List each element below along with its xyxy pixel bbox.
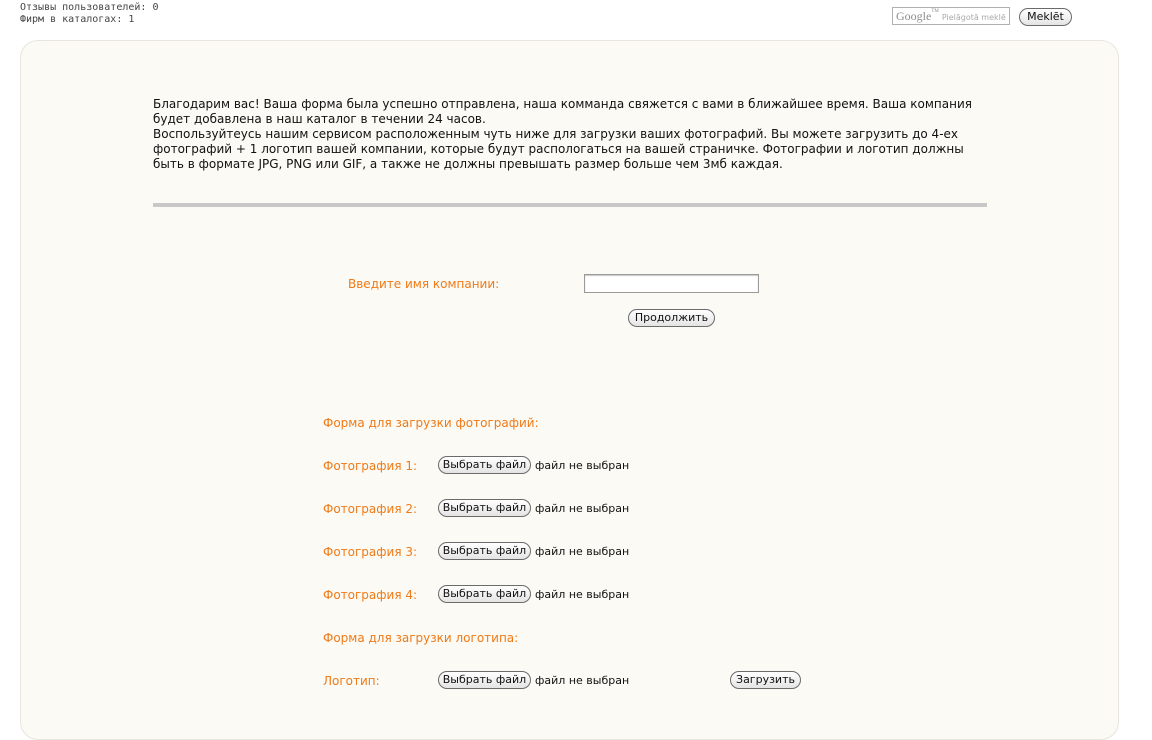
google-search-input[interactable]: GoogleTMPielāgotā meklē	[892, 7, 1010, 25]
photo-4-choose-file-button[interactable]: Выбрать файл	[438, 585, 531, 603]
logo-form-heading: Форма для загрузки логотипа:	[323, 631, 519, 645]
intro-paragraph-thanks: Благодарим вас! Ваша форма была успешно …	[153, 97, 972, 126]
search-button[interactable]: Meklēt	[1019, 8, 1072, 26]
logo-choose-file-button[interactable]: Выбрать файл	[438, 671, 531, 689]
upload-button[interactable]: Загрузить	[730, 671, 801, 689]
firms-count: Фирм в каталогах: 1	[20, 14, 135, 25]
photo-4-label: Фотография 4:	[323, 588, 418, 602]
photo-3-file-status: файл не выбран	[535, 545, 630, 558]
photos-form-heading: Форма для загрузки фотографий:	[323, 416, 539, 430]
photo-1-label: Фотография 1:	[323, 459, 418, 473]
google-logo-tm: TM	[931, 9, 939, 14]
company-name-input[interactable]	[584, 274, 759, 293]
logo-label: Логотип:	[323, 674, 380, 688]
photo-1-file-status: файл не выбран	[535, 459, 630, 472]
continue-button[interactable]: Продолжить	[628, 309, 715, 327]
google-logo: Google	[896, 9, 932, 23]
search-placeholder: Pielāgotā meklē	[941, 13, 1006, 22]
photo-3-choose-file-button[interactable]: Выбрать файл	[438, 542, 531, 560]
photo-1-choose-file-button[interactable]: Выбрать файл	[438, 456, 531, 474]
photo-2-file-status: файл не выбран	[535, 502, 630, 515]
photo-3-label: Фотография 3:	[323, 545, 418, 559]
photo-4-file-status: файл не выбран	[535, 588, 630, 601]
logo-file-status: файл не выбран	[535, 674, 630, 687]
site-stats: Отзывы пользователей: 0 Фирм в каталогах…	[20, 2, 158, 26]
intro-paragraph-photos: Воспользуйтеусь нашим сервисом расположе…	[153, 127, 964, 171]
reviews-count: Отзывы пользователей: 0	[20, 2, 159, 13]
company-name-label: Введите имя компании:	[348, 277, 500, 291]
divider	[153, 203, 987, 207]
intro-text: Благодарим вас! Ваша форма была успешно …	[153, 97, 993, 172]
photo-2-label: Фотография 2:	[323, 502, 418, 516]
photo-2-choose-file-button[interactable]: Выбрать файл	[438, 499, 531, 517]
